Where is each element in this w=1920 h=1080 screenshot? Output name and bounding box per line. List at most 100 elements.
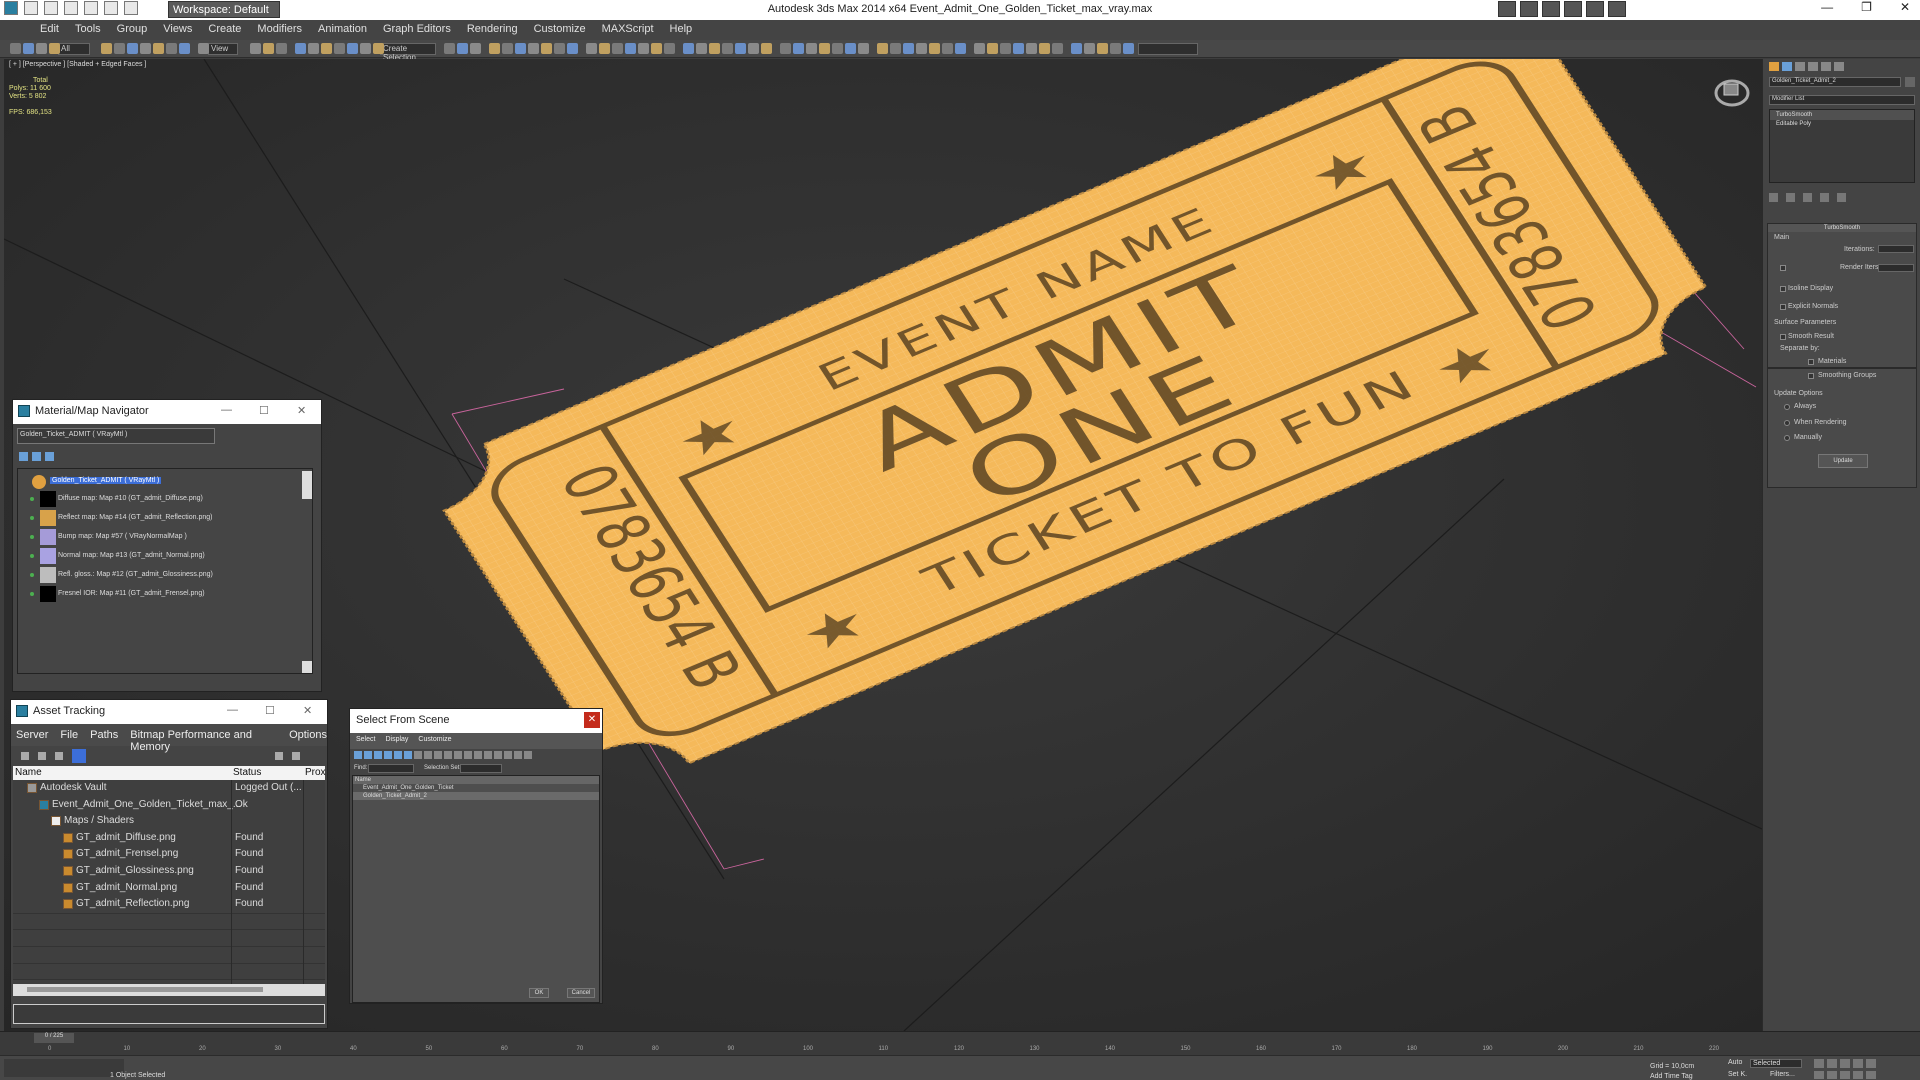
minimize-icon[interactable]: —	[227, 704, 238, 716]
asset-row[interactable]: GT_admit_Frensel.png Found	[13, 846, 325, 862]
previous-frame-icon[interactable]	[1827, 1059, 1837, 1068]
close-icon[interactable]: ✕	[584, 712, 600, 728]
close-icon[interactable]: ✕	[297, 404, 306, 417]
filter-toggle-icon[interactable]	[504, 751, 512, 759]
asset-menu-options[interactable]: Options	[289, 729, 327, 746]
column-name[interactable]: Name	[15, 767, 42, 778]
configure-sets-icon[interactable]	[1837, 193, 1846, 202]
edit-named-selections-icon[interactable]	[321, 43, 332, 54]
horizontal-scrollbar[interactable]	[13, 984, 325, 996]
hide-icon[interactable]	[709, 43, 720, 54]
filter-toggle-icon[interactable]	[434, 751, 442, 759]
tools-icon[interactable]	[1564, 1, 1582, 17]
add-time-tag[interactable]: Add Time Tag	[1650, 1073, 1693, 1080]
render-iters-checkbox[interactable]	[1780, 265, 1786, 271]
menu-item-help[interactable]: Help	[662, 20, 701, 40]
edit-named-selections-icon[interactable]	[1071, 43, 1082, 54]
motion-tab-icon[interactable]	[1808, 62, 1818, 71]
select-link-icon[interactable]	[10, 43, 21, 54]
tree-view-icon[interactable]	[72, 749, 86, 763]
map-item[interactable]: Refl. gloss.: Map #12 (GT_admit_Glossine…	[58, 571, 213, 578]
select-and-rotate-icon[interactable]	[942, 43, 953, 54]
curve-editor-icon[interactable]	[444, 43, 455, 54]
next-frame-icon[interactable]	[1853, 1059, 1863, 1068]
select-and-move-icon[interactable]	[929, 43, 940, 54]
refresh-icon[interactable]	[21, 752, 29, 760]
redo-icon[interactable]	[104, 1, 118, 15]
environment-icon[interactable]	[528, 43, 539, 54]
angle-snap-icon[interactable]	[1026, 43, 1037, 54]
asset-row[interactable]: GT_admit_Reflection.png Found	[13, 896, 325, 912]
render-production-icon[interactable]	[515, 43, 526, 54]
map-item[interactable]: Diffuse map: Map #10 (GT_admit_Diffuse.p…	[58, 495, 203, 502]
icon-view-icon[interactable]	[32, 452, 41, 461]
select-and-scale-icon[interactable]	[166, 43, 177, 54]
hold-icon[interactable]	[124, 1, 138, 15]
help-icon[interactable]	[275, 752, 283, 760]
scene-object-item[interactable]: Event_Admit_One_Golden_Ticket	[353, 784, 599, 792]
freeze-icon[interactable]	[696, 43, 707, 54]
material-editor-icon[interactable]	[470, 43, 481, 54]
hierarchy-tab-icon[interactable]	[1795, 62, 1805, 71]
utilities-tab-icon[interactable]	[1834, 62, 1844, 71]
select-and-manipulate-icon[interactable]	[198, 43, 209, 54]
show-end-result-icon[interactable]	[1786, 193, 1795, 202]
unlink-icon[interactable]	[845, 43, 856, 54]
update-button[interactable]: Update	[1818, 454, 1868, 468]
filter-toggle-icon[interactable]	[384, 751, 392, 759]
selected-dropdown[interactable]: Selected	[1750, 1059, 1802, 1068]
list-view-icon[interactable]	[19, 452, 28, 461]
asset-row[interactable]: Event_Admit_One_Golden_Ticket_max_... Ok	[13, 797, 325, 813]
play-icon[interactable]	[1840, 1059, 1850, 1068]
layer-explorer-icon[interactable]	[1110, 43, 1121, 54]
select-by-name-icon[interactable]	[890, 43, 901, 54]
object-color-swatch[interactable]	[1905, 77, 1915, 87]
map-item[interactable]: Normal map: Map #13 (GT_admit_Normal.png…	[58, 552, 205, 559]
select-and-rotate-icon[interactable]	[153, 43, 164, 54]
keyboard-shortcut-icon[interactable]	[250, 43, 261, 54]
select-link-icon[interactable]	[832, 43, 843, 54]
spinner-snap-icon[interactable]	[308, 43, 319, 54]
asset-row[interactable]: Maps / Shaders	[13, 813, 325, 829]
smooth-result-checkbox[interactable]	[1780, 334, 1786, 340]
isoline-checkbox[interactable]	[1780, 286, 1786, 292]
manually-radio[interactable]	[1784, 435, 1790, 441]
filter-toggle-icon[interactable]	[454, 751, 462, 759]
filter-toggle-icon[interactable]	[474, 751, 482, 759]
app-menu-icon[interactable]	[4, 1, 18, 15]
close-icon[interactable]: ✕	[1900, 0, 1910, 14]
workspace-dropdown[interactable]: Workspace: Default	[168, 1, 280, 18]
toggle-ribbon-icon[interactable]	[373, 43, 384, 54]
stack-item-editable-poly[interactable]: Editable Poly	[1770, 120, 1914, 128]
maximize-icon[interactable]: ☐	[265, 704, 275, 717]
sfs-menu-select[interactable]: Select	[356, 736, 375, 746]
asset-menu-bitmap-performance-and-memory[interactable]: Bitmap Performance and Memory	[130, 729, 277, 753]
binoculars-icon[interactable]	[1520, 1, 1538, 17]
align-icon[interactable]	[1097, 43, 1108, 54]
filter-toggle-icon[interactable]	[424, 751, 432, 759]
selection-filter-dropdown[interactable]: All	[58, 43, 90, 55]
material-name-field[interactable]: Golden_Ticket_ADMIT ( VRayMtl )	[17, 428, 215, 444]
mirror-icon[interactable]	[1084, 43, 1095, 54]
cameras-icon[interactable]	[567, 43, 578, 54]
filter-toggle-icon[interactable]	[484, 751, 492, 759]
asset-menu-paths[interactable]: Paths	[90, 729, 118, 746]
restore-icon[interactable]: ❐	[1861, 0, 1872, 14]
sfs-menu-customize[interactable]: Customize	[418, 736, 451, 746]
scene-explorer-icon[interactable]	[664, 43, 675, 54]
help-icon[interactable]	[1608, 1, 1626, 17]
options-icon[interactable]	[292, 752, 300, 760]
close-icon[interactable]: ✕	[303, 704, 312, 717]
search-icon[interactable]	[1498, 1, 1516, 17]
explicit-normals-checkbox[interactable]	[1780, 304, 1786, 310]
select-object-icon[interactable]	[49, 43, 60, 54]
go-to-start-icon[interactable]	[1814, 1059, 1824, 1068]
create-tab-icon[interactable]	[1769, 62, 1779, 71]
map-item[interactable]: Bump map: Map #57 ( VRayNormalMap )	[58, 533, 187, 540]
bind-to-space-warp-icon[interactable]	[36, 43, 47, 54]
menu-item-maxscript[interactable]: MAXScript	[594, 20, 662, 40]
minimize-icon[interactable]: —	[221, 404, 232, 416]
lights-icon[interactable]	[554, 43, 565, 54]
stack-item-turbosmooth[interactable]: TurboSmooth	[1770, 110, 1914, 120]
turbosmooth-rollout-title[interactable]: TurboSmooth	[1768, 224, 1916, 232]
